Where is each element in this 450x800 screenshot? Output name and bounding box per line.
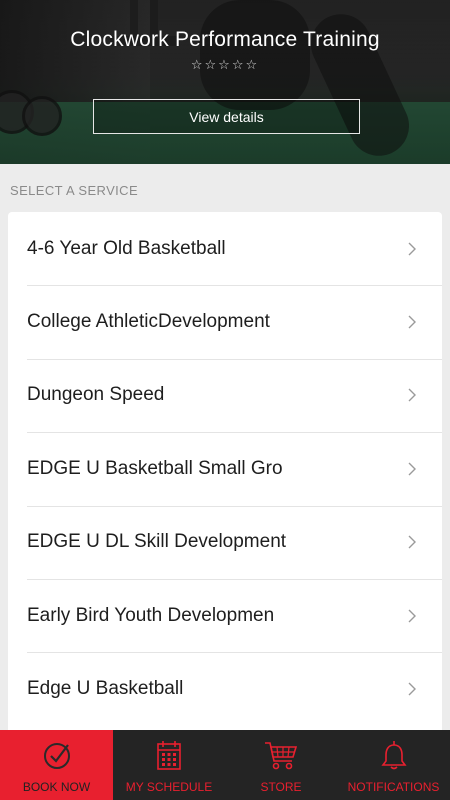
view-details-button[interactable]: View details bbox=[93, 99, 360, 134]
service-item[interactable]: EDGE U Basketball Small Gro bbox=[8, 432, 442, 505]
service-label: Early Bird Youth Developmen bbox=[27, 604, 275, 626]
bottom-nav: BOOK NOW MY SCHEDULE STORE NOTIFICATIONS bbox=[0, 730, 450, 800]
chevron-right-icon bbox=[408, 315, 416, 329]
check-circle-icon bbox=[43, 743, 70, 769]
service-label: Edge U Basketball bbox=[27, 678, 184, 700]
chevron-right-icon bbox=[408, 609, 416, 623]
page-title: Clockwork Performance Training bbox=[70, 28, 380, 51]
chevron-right-icon bbox=[408, 462, 416, 476]
chevron-right-icon bbox=[408, 242, 416, 256]
service-item[interactable]: 4-6 Year Old Basketball bbox=[8, 212, 442, 285]
nav-book-now[interactable]: BOOK NOW bbox=[0, 730, 113, 800]
chevron-right-icon bbox=[408, 682, 416, 696]
weight-plate bbox=[22, 96, 62, 136]
section-label: SELECT A SERVICE bbox=[10, 183, 139, 198]
cart-icon bbox=[265, 742, 298, 770]
service-label: Dungeon Speed bbox=[27, 384, 165, 406]
nav-label: STORE bbox=[260, 780, 302, 794]
hero-banner: Clockwork Performance Training ☆☆☆☆☆ Vie… bbox=[0, 0, 450, 164]
service-item[interactable]: College AthleticDevelopment bbox=[8, 285, 442, 358]
nav-label: MY SCHEDULE bbox=[125, 780, 213, 794]
service-label: 4-6 Year Old Basketball bbox=[27, 237, 226, 259]
nav-label: BOOK NOW bbox=[22, 780, 91, 794]
service-item[interactable]: Early Bird Youth Developmen bbox=[8, 578, 442, 652]
athlete-silhouette bbox=[200, 0, 310, 110]
nav-notifications[interactable]: NOTIFICATIONS bbox=[337, 730, 450, 800]
nav-store[interactable]: STORE bbox=[225, 730, 337, 800]
service-item[interactable]: Edge U Basketball bbox=[8, 652, 442, 725]
service-item[interactable]: Dungeon Speed bbox=[8, 358, 442, 432]
service-label: College AthleticDevelopment bbox=[27, 311, 270, 333]
chevron-right-icon bbox=[408, 388, 416, 402]
service-list: 4-6 Year Old Basketball College Athletic… bbox=[8, 212, 442, 730]
chevron-right-icon bbox=[408, 535, 416, 549]
nav-label: NOTIFICATIONS bbox=[347, 780, 440, 794]
nav-my-schedule[interactable]: MY SCHEDULE bbox=[113, 730, 225, 800]
calendar-icon bbox=[157, 741, 181, 770]
bell-icon bbox=[380, 741, 407, 770]
service-label: EDGE U DL Skill Development bbox=[27, 531, 287, 553]
service-item[interactable]: EDGE U DL Skill Development bbox=[8, 505, 442, 579]
rating-stars[interactable]: ☆☆☆☆☆ bbox=[0, 58, 450, 73]
service-label: EDGE U Basketball Small Gro bbox=[27, 457, 283, 479]
